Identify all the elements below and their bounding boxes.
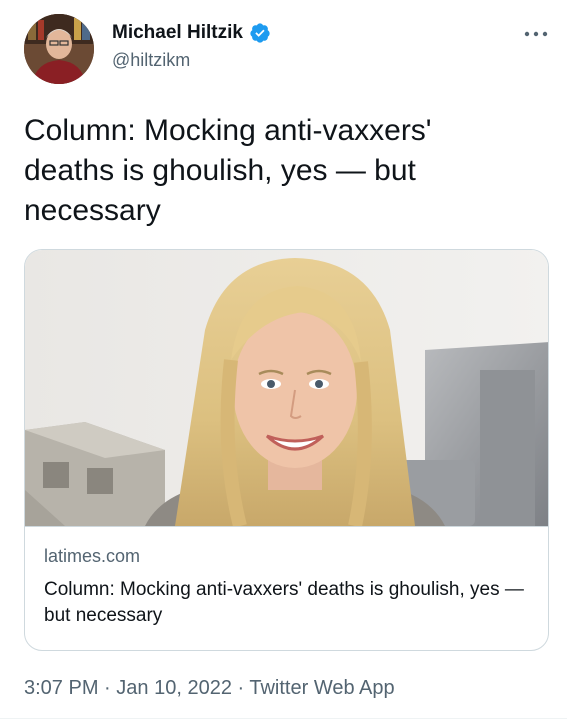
tweet-text: Column: Mocking anti-vaxxers' deaths is … [24,114,432,227]
meta-separator: · [104,677,111,699]
card-domain: latimes.com [44,546,141,566]
tweet-source[interactable]: Twitter Web App [249,677,394,699]
avatar[interactable] [24,14,94,84]
divider [0,718,567,719]
tweet-meta: 3:07 PM · Jan 10, 2022 · Twitter Web App [24,677,395,700]
link-card[interactable]: latimes.com Column: Mocking anti-vaxxers… [24,249,549,651]
tweet: Michael Hiltzik @hiltzikm Column: Mockin… [0,0,567,722]
more-horizontal-icon[interactable] [523,26,549,42]
card-title: Column: Mocking anti-vaxxers' deaths is … [44,579,524,626]
verified-badge-icon [249,22,271,44]
user-names: Michael Hiltzik @hiltzikm [112,22,271,71]
card-image [25,250,548,527]
tweet-date[interactable]: Jan 10, 2022 [116,677,232,699]
meta-separator: · [237,677,245,699]
user-handle[interactable]: @hiltzikm [112,50,271,71]
display-name[interactable]: Michael Hiltzik [112,22,243,44]
tweet-header: Michael Hiltzik @hiltzikm [24,14,549,88]
tweet-time[interactable]: 3:07 PM [24,677,98,699]
display-name-row: Michael Hiltzik [112,22,271,44]
